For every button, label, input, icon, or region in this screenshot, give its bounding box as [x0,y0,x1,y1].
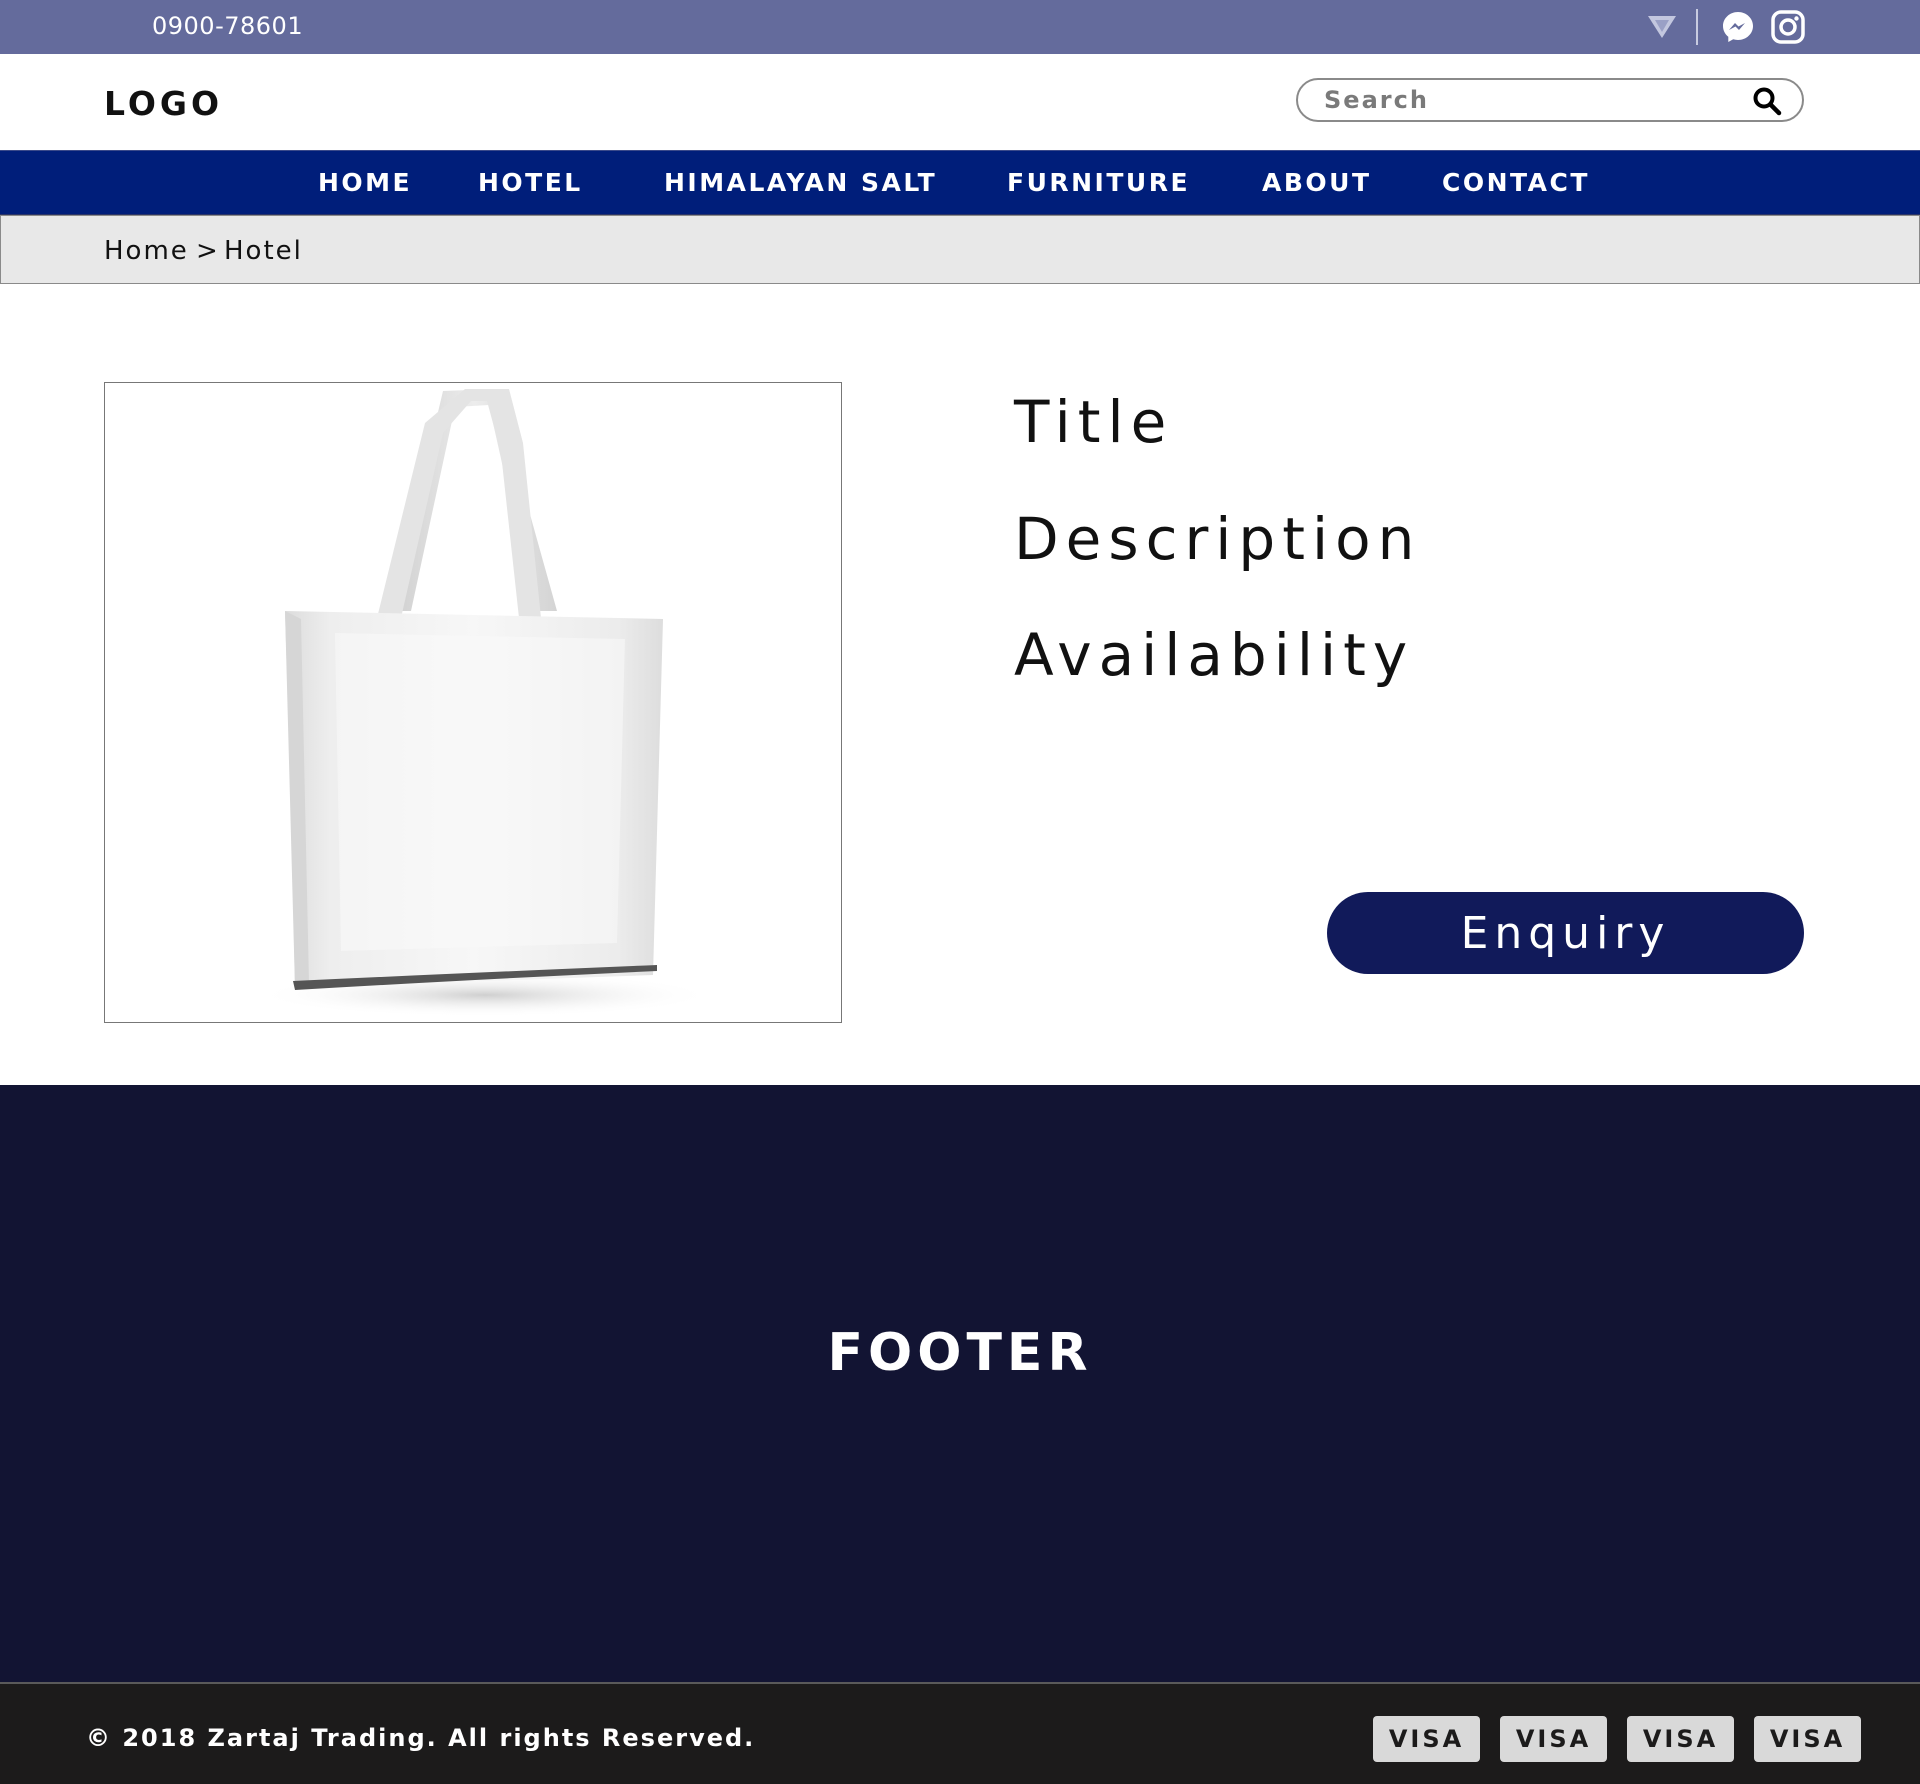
visa-badge: VISA [1627,1716,1734,1762]
search-icon[interactable] [1750,85,1784,117]
search-input[interactable] [1324,84,1724,116]
visa-badge: VISA [1373,1716,1480,1762]
main-nav: HOME HOTEL HIMALAYAN SALT FURNITURE ABOU… [0,150,1920,215]
dropdown-triangle-icon[interactable] [1642,8,1682,46]
search-box [1296,78,1804,122]
visa-badge: VISA [1500,1716,1607,1762]
instagram-icon[interactable] [1768,8,1808,46]
phone-number: 0900-78601 [152,12,304,40]
nav-item-contact[interactable]: CONTACT [1442,168,1590,197]
product-image [104,382,842,1023]
icon-divider [1696,9,1698,45]
product-availability: Availability [1014,621,1415,689]
tote-bag-image [255,389,715,1017]
header: LOGO [0,54,1920,150]
product-title: Title [1014,388,1174,456]
nav-item-hotel[interactable]: HOTEL [478,168,583,197]
top-icons [1642,8,1808,46]
payment-methods: VISA VISA VISA VISA [1353,1716,1861,1762]
product-description: Description [1014,505,1422,573]
logo[interactable]: LOGO [104,84,223,123]
top-bar: 0900-78601 [0,0,1920,54]
nav-item-furniture[interactable]: FURNITURE [1007,168,1190,197]
breadcrumb-current: Hotel [224,236,303,266]
bottom-bar: © 2018 Zartaj Trading. All rights Reserv… [0,1682,1920,1784]
messenger-icon[interactable] [1718,8,1758,46]
breadcrumb-home[interactable]: Home [104,236,189,266]
breadcrumb-separator: > [196,236,220,266]
footer-title: FOOTER [827,1323,1093,1383]
nav-item-about[interactable]: ABOUT [1262,168,1372,197]
enquiry-button[interactable]: Enquiry [1327,892,1804,974]
breadcrumb: Home > Hotel [0,215,1920,284]
visa-badge: VISA [1754,1716,1861,1762]
nav-item-home[interactable]: HOME [318,168,412,197]
copyright-text: © 2018 Zartaj Trading. All rights Reserv… [86,1724,756,1752]
nav-item-himalayan-salt[interactable]: HIMALAYAN SALT [664,168,937,197]
footer: FOOTER [0,1085,1920,1682]
